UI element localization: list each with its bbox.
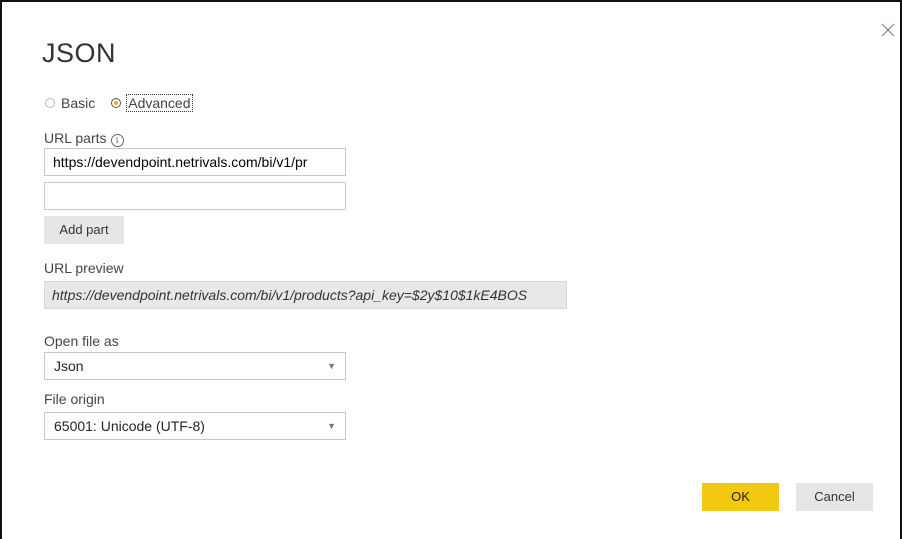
close-button[interactable] bbox=[878, 20, 898, 40]
chevron-down-icon: ▼ bbox=[327, 421, 336, 431]
open-file-as-value: Json bbox=[54, 358, 84, 374]
cancel-button[interactable]: Cancel bbox=[796, 483, 873, 511]
radio-basic-label: Basic bbox=[61, 95, 96, 111]
mode-radio-group: Basic Advanced bbox=[45, 94, 208, 112]
open-file-as-select[interactable]: Json ▼ bbox=[44, 352, 346, 380]
radio-basic-indicator[interactable] bbox=[45, 98, 55, 108]
close-icon[interactable] bbox=[878, 20, 898, 40]
url-preview-field: https://devendpoint.netrivals.com/bi/v1/… bbox=[44, 281, 567, 309]
file-origin-select[interactable]: 65001: Unicode (UTF-8) ▼ bbox=[44, 412, 346, 440]
info-icon[interactable]: i bbox=[110, 134, 124, 147]
dialog-title: JSON bbox=[42, 38, 117, 68]
radio-advanced-indicator[interactable] bbox=[111, 98, 122, 108]
chevron-down-icon: ▼ bbox=[327, 361, 336, 371]
url-part-2-container bbox=[44, 182, 346, 210]
radio-advanced[interactable]: Advanced bbox=[111, 94, 193, 112]
json-dialog: JSON Basic Advanced URL partsi Add part … bbox=[0, 0, 902, 539]
open-file-as-label: Open file as bbox=[44, 333, 119, 349]
url-part-2-input[interactable] bbox=[53, 183, 337, 209]
url-part-1-input[interactable] bbox=[53, 149, 337, 175]
file-origin-label: File origin bbox=[44, 391, 105, 407]
radio-basic[interactable]: Basic bbox=[45, 95, 95, 111]
add-part-button[interactable]: Add part bbox=[44, 216, 124, 244]
url-parts-label: URL parts i bbox=[44, 130, 124, 147]
file-origin-value: 65001: Unicode (UTF-8) bbox=[54, 418, 205, 434]
url-part-1-container bbox=[44, 148, 346, 176]
ok-button[interactable]: OK bbox=[702, 483, 779, 511]
url-parts-label-text: URL parts bbox=[44, 130, 107, 146]
url-preview-label: URL preview bbox=[44, 260, 124, 276]
radio-advanced-label: Advanced bbox=[126, 94, 193, 112]
